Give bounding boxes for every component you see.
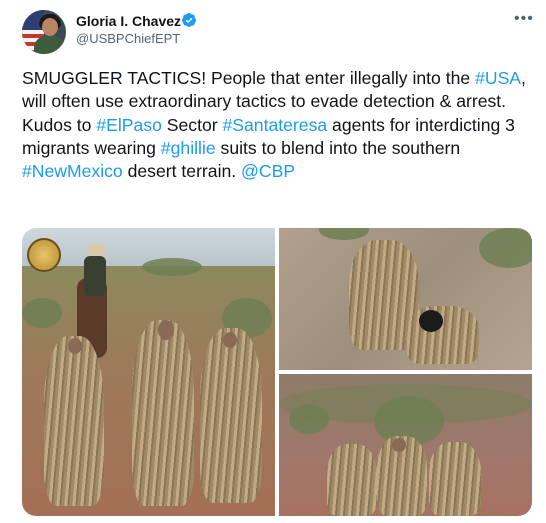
avatar-body [34,36,66,54]
photo-riders-and-migrants[interactable] [22,228,275,516]
hashtag-link[interactable]: @CBP [241,161,295,181]
more-horizontal-icon[interactable]: ••• [514,11,534,27]
ghillie-suit-person [429,442,481,516]
tweet-card[interactable]: Gloria I. Chavez @USBPChiefEPT ••• SMUGG… [0,0,546,523]
black-hat [419,310,443,332]
bush [289,404,329,434]
hashtag-link[interactable]: #ghillie [161,138,216,158]
cowboy-hat [86,244,106,256]
ghillie-suit-person [132,320,194,506]
media-grid[interactable] [22,228,532,516]
bush [142,258,202,276]
bush [479,228,532,268]
face [158,320,174,340]
hashtag-link[interactable]: #ElPaso [96,115,162,135]
author-handle[interactable]: @USBPChiefEPT [76,31,180,46]
verified-badge-icon [181,13,196,27]
tweet-text-segment: desert terrain. [122,161,242,182]
ghillie-suit-person [327,444,377,516]
face-blurred [223,332,237,348]
bush [22,298,62,328]
tweet-text-segment: SMUGGLER TACTICS! People that enter ille… [22,68,476,88]
author-avatar[interactable] [22,10,66,54]
avatar-face [42,18,58,36]
border-patrol-badge-icon [27,238,61,272]
hashtag-link[interactable]: #USA [475,68,521,88]
face [392,438,406,452]
ghillie-suit-person [200,328,262,503]
hashtag-link[interactable]: #Santateresa [223,115,328,135]
author-name[interactable]: Gloria I. Chavez [76,13,181,29]
face-blurred [68,338,82,354]
photo-ghillie-close[interactable] [279,228,532,370]
tweet-text-segment: Sector [161,114,223,135]
hashtag-link[interactable]: #NewMexico [22,161,123,181]
ghillie-suit-person [44,336,104,506]
agent-rider [84,256,106,296]
ghillie-suit-person [407,306,479,364]
photo-ghillie-brush[interactable] [279,374,532,516]
tweet-text-segment: suits to blend into the southern [215,137,461,158]
tweet-text: SMUGGLER TACTICS! People that enter ille… [22,67,532,183]
